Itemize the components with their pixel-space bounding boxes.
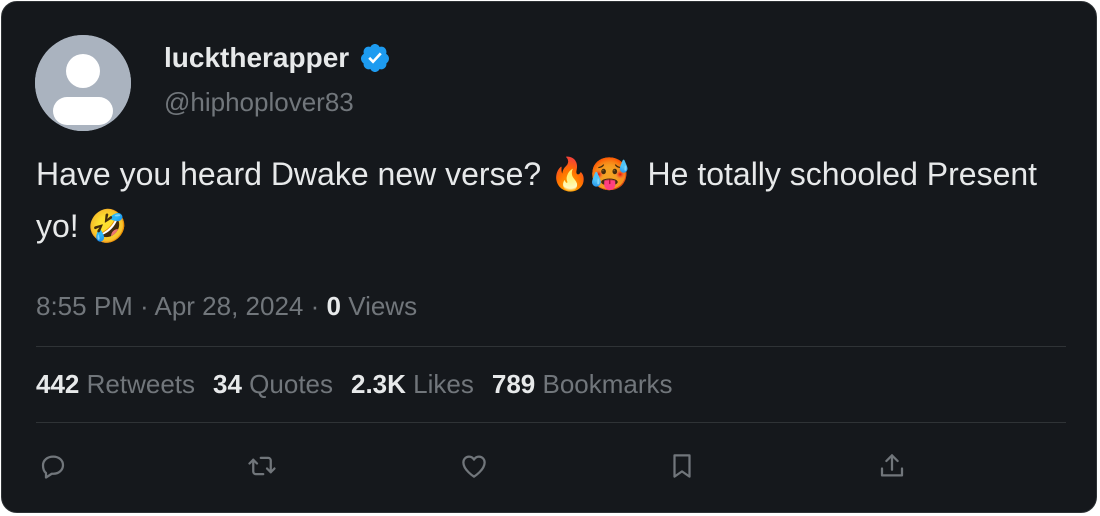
views-label: Views	[340, 291, 418, 321]
verified-badge-icon[interactable]	[359, 42, 391, 74]
tweet-meta: 8:55 PM · Apr 28, 2024 · 0 Views	[36, 287, 417, 325]
user-handle[interactable]: @hiphoplover83	[164, 84, 354, 120]
quotes-label: Quotes	[249, 369, 333, 399]
bookmark-icon[interactable]	[665, 449, 699, 483]
engagement-stats: 442 Retweets 34 Quotes 2.3K Likes 789 Bo…	[36, 365, 691, 403]
bookmarks-label: Bookmarks	[542, 369, 673, 399]
display-name-row: lucktherapper	[164, 38, 391, 78]
retweets-count: 442	[36, 369, 80, 399]
stat-bookmarks[interactable]: 789 Bookmarks	[492, 365, 673, 403]
likes-label: Likes	[413, 369, 474, 399]
stat-quotes[interactable]: 34 Quotes	[213, 365, 333, 403]
display-name[interactable]: lucktherapper	[164, 38, 349, 78]
reply-icon[interactable]	[36, 449, 70, 483]
stat-retweets[interactable]: 442 Retweets	[36, 365, 195, 403]
quotes-count: 34	[213, 369, 242, 399]
tweet-timestamp[interactable]: 8:55 PM · Apr 28, 2024 ·	[36, 291, 327, 321]
tweet-card: lucktherapper @hiphoplover83 Have you he…	[1, 1, 1097, 513]
views-count: 0	[326, 291, 341, 321]
bookmarks-count: 789	[491, 369, 536, 399]
like-icon[interactable]	[457, 449, 491, 483]
stat-likes[interactable]: 2.3K Likes	[351, 365, 474, 403]
divider	[36, 346, 1066, 347]
retweet-icon[interactable]	[245, 449, 279, 483]
divider	[36, 422, 1066, 423]
likes-count: 2.3K	[351, 369, 406, 399]
tweet-text: Have you heard Dwake new verse? 🔥🥵 He to…	[36, 156, 1046, 244]
avatar[interactable]	[35, 35, 131, 131]
default-avatar-icon	[35, 35, 131, 131]
retweets-label: Retweets	[86, 369, 196, 399]
share-icon[interactable]	[875, 449, 909, 483]
